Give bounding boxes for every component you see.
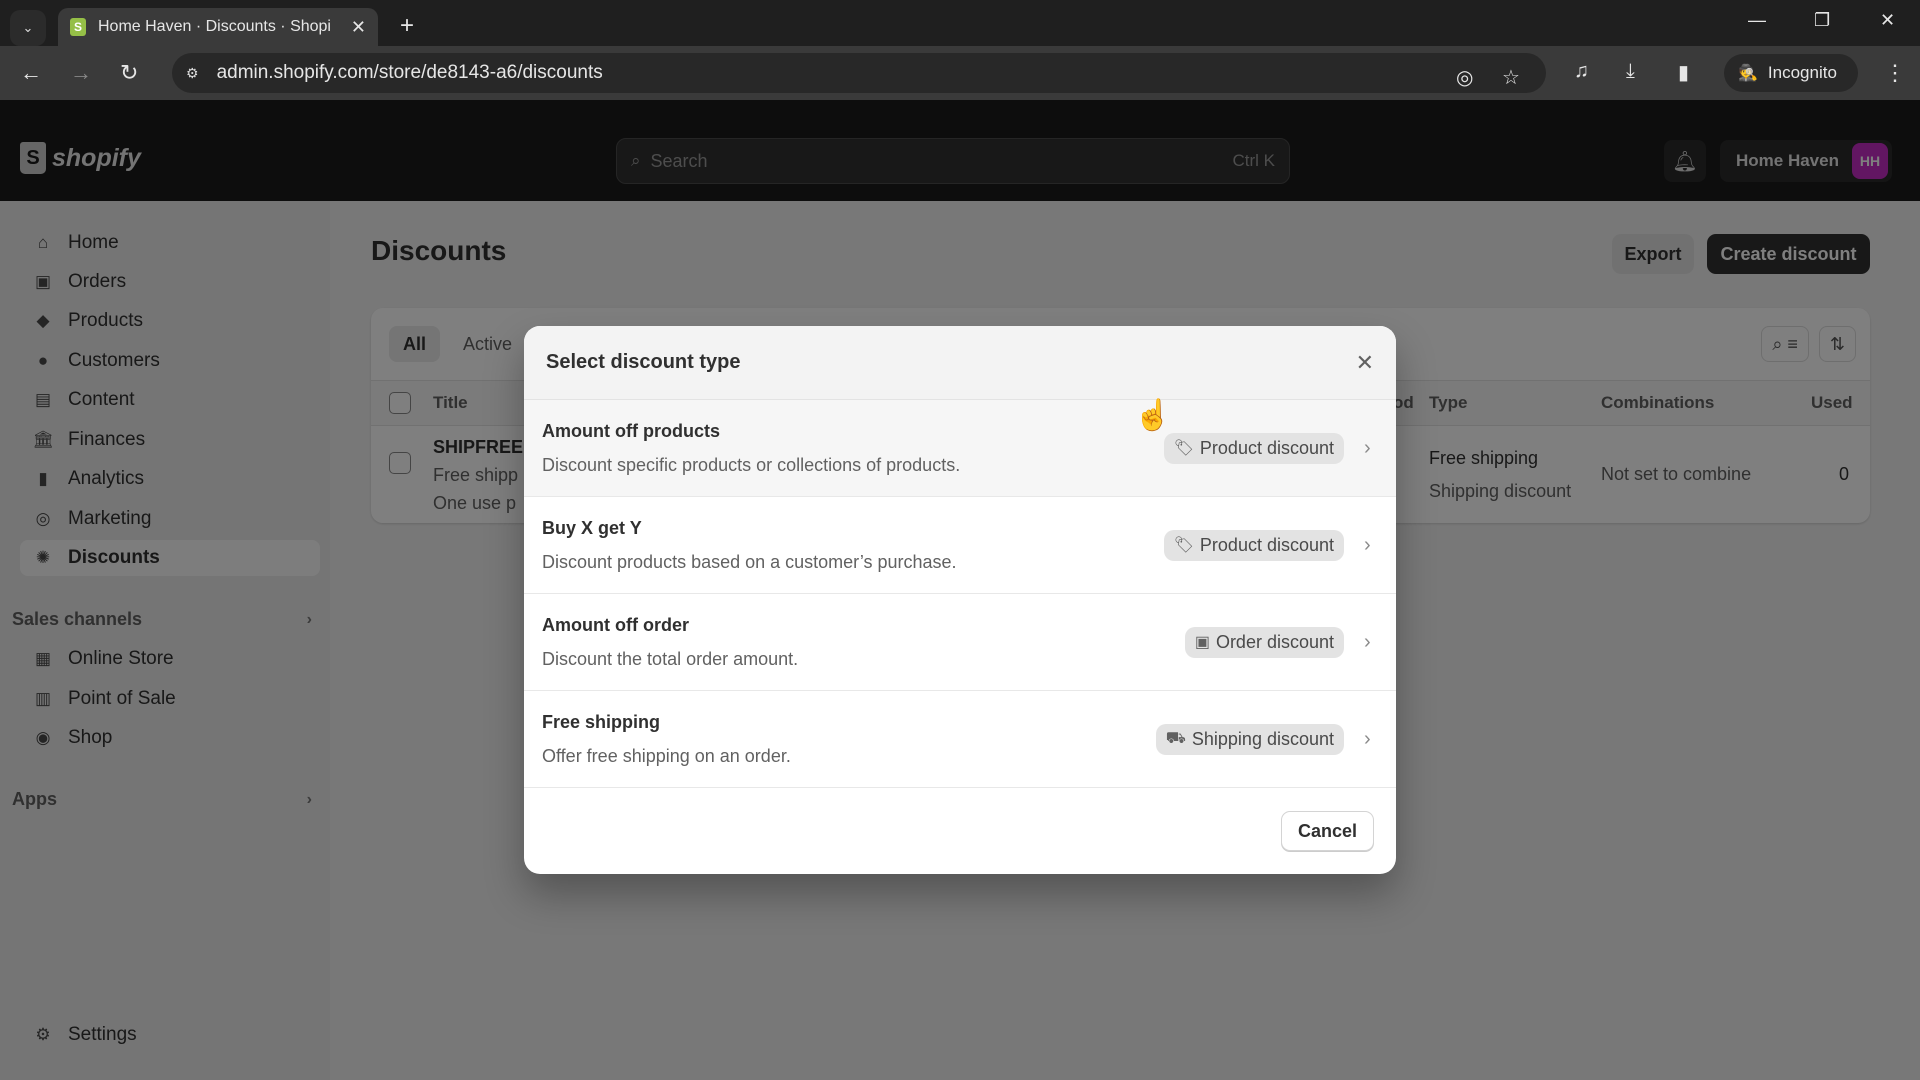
chevron-right-icon: ›	[1364, 630, 1371, 653]
badge-label: Shipping discount	[1191, 728, 1334, 749]
option-amount-off-products[interactable]: Amount off products Discount specific pr…	[524, 400, 1396, 497]
tab-search-button[interactable]: ⌄	[10, 10, 46, 46]
address-bar[interactable]: ⚙ admin.shopify.com/store/de8143-a6/disc…	[172, 53, 1546, 93]
badge-label: Order discount	[1215, 631, 1334, 652]
site-info-icon[interactable]: ⚙	[186, 65, 199, 82]
minimize-icon[interactable]: —	[1748, 10, 1766, 31]
new-tab-button[interactable]: +	[400, 12, 414, 40]
incognito-label: Incognito	[1767, 63, 1837, 82]
tab-close-icon[interactable]: ✕	[351, 17, 366, 38]
chevron-down-icon: ⌄	[22, 20, 34, 35]
cart-icon: ▣	[1194, 634, 1210, 651]
truck-icon: ⛟	[1165, 730, 1186, 747]
modal-footer: Cancel	[524, 788, 1396, 874]
side-panel-icon[interactable]: ▮	[1678, 60, 1689, 85]
modal-header: Select discount type ✕	[524, 326, 1396, 400]
chevron-right-icon: ›	[1364, 533, 1371, 556]
tag-icon: 🏷	[1173, 440, 1194, 457]
modal-title: Select discount type	[546, 351, 741, 373]
select-discount-type-modal: Select discount type ✕ Amount off produc…	[524, 326, 1396, 874]
order-discount-badge: ▣ Order discount	[1184, 626, 1344, 658]
option-title: Amount off order	[542, 614, 689, 635]
hand-cursor-icon: ☝	[1134, 399, 1172, 432]
chevron-right-icon: ›	[1364, 436, 1371, 459]
option-amount-off-order[interactable]: Amount off order Discount the total orde…	[524, 594, 1396, 691]
badge-label: Product discount	[1199, 437, 1334, 458]
media-control-icon[interactable]: ♫	[1574, 60, 1589, 83]
browser-tab-active[interactable]: S Home Haven · Discounts · Shopify ✕	[58, 8, 378, 46]
option-buy-x-get-y[interactable]: Buy X get Y Discount products based on a…	[524, 497, 1396, 594]
bookmark-star-icon[interactable]: ☆	[1502, 65, 1520, 90]
option-title: Free shipping	[542, 711, 661, 732]
cancel-button[interactable]: Cancel	[1280, 811, 1374, 851]
forward-icon[interactable]: →	[70, 60, 92, 86]
shopify-favicon-icon: S	[70, 18, 86, 36]
tag-icon: 🏷	[1173, 537, 1194, 554]
incognito-icon: 🕵	[1738, 65, 1758, 82]
badge-label: Product discount	[1199, 534, 1334, 555]
browser-tab-bar: ⌄ S Home Haven · Discounts · Shopify ✕ +…	[0, 0, 1920, 46]
close-icon[interactable]: ✕	[1356, 350, 1374, 376]
option-title: Buy X get Y	[542, 517, 642, 538]
back-icon[interactable]: ←	[20, 60, 42, 86]
incognito-badge[interactable]: 🕵 Incognito	[1724, 54, 1858, 92]
reload-icon[interactable]: ↻	[120, 60, 138, 86]
product-discount-badge: 🏷 Product discount	[1163, 432, 1344, 464]
eye-off-icon[interactable]: ◎	[1456, 65, 1473, 90]
url-text[interactable]: admin.shopify.com/store/de8143-a6/discou…	[217, 62, 603, 84]
option-description: Discount products based on a customer’s …	[542, 551, 957, 572]
window-close-icon[interactable]: ✕	[1880, 10, 1895, 31]
option-description: Offer free shipping on an order.	[542, 745, 791, 766]
chevron-right-icon: ›	[1364, 727, 1371, 750]
tab-title: Home Haven · Discounts · Shopify	[98, 18, 330, 35]
product-discount-badge: 🏷 Product discount	[1163, 529, 1344, 561]
option-title: Amount off products	[542, 420, 720, 441]
option-free-shipping[interactable]: Free shipping Offer free shipping on an …	[524, 691, 1396, 788]
shipping-discount-badge: ⛟ Shipping discount	[1155, 723, 1344, 755]
download-icon[interactable]: ⤓	[1626, 60, 1635, 83]
restore-icon[interactable]: ❐	[1814, 10, 1830, 31]
option-description: Discount the total order amount.	[542, 648, 799, 669]
option-description: Discount specific products or collection…	[542, 454, 961, 475]
browser-menu-icon[interactable]: ⋮	[1884, 60, 1906, 86]
